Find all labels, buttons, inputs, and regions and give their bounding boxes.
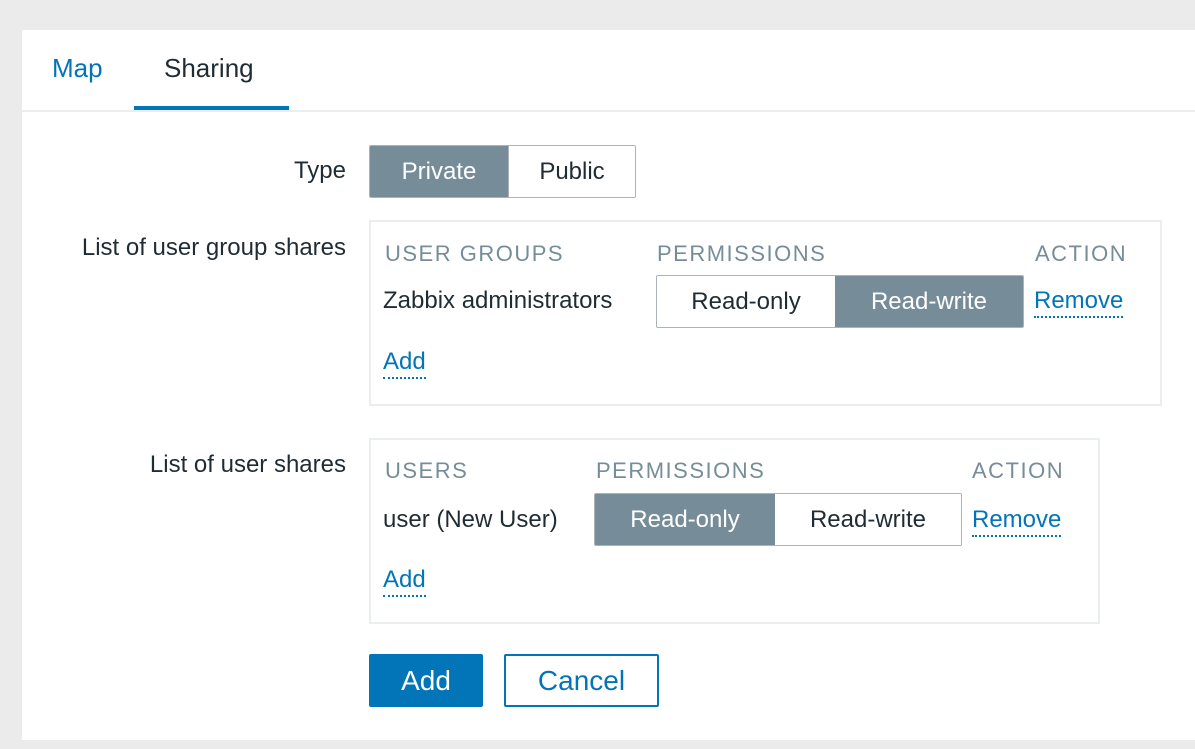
user-shares-label: List of user shares — [149, 451, 346, 478]
user-name: user (New User) — [383, 506, 558, 533]
user-remove-link[interactable]: Remove — [972, 505, 1062, 537]
user-group-remove-link[interactable]: Remove — [1034, 286, 1124, 318]
user-groups-column-header: USER GROUPS — [385, 241, 565, 266]
form-panel: Map Sharing Type Private Public List of … — [22, 30, 1195, 740]
user-group-read-write-option[interactable]: Read-write — [835, 276, 1023, 327]
users-column-header: USERS — [385, 458, 469, 483]
user-group-permission-control: Read-only Read-write — [656, 275, 1024, 328]
tab-sharing[interactable]: Sharing — [164, 52, 254, 84]
user-group-shares-box: USER GROUPS PERMISSIONS ACTION Zabbix ad… — [369, 220, 1162, 406]
user-read-write-option[interactable]: Read-write — [775, 494, 961, 545]
active-tab-indicator — [134, 106, 289, 110]
tab-bar: Map Sharing — [22, 30, 1195, 112]
user-group-read-only-option[interactable]: Read-only — [657, 276, 835, 327]
user-group-shares-label: List of user group shares — [81, 234, 346, 261]
type-label: Type — [293, 157, 346, 184]
permissions-column-header: PERMISSIONS — [596, 458, 766, 483]
user-group-add-link[interactable]: Add — [383, 347, 426, 379]
add-button[interactable]: Add — [369, 654, 483, 707]
type-public-option[interactable]: Public — [508, 146, 635, 197]
cancel-button[interactable]: Cancel — [504, 654, 659, 707]
user-group-name: Zabbix administrators — [383, 287, 613, 314]
tab-map[interactable]: Map — [52, 52, 103, 84]
user-shares-box: USERS PERMISSIONS ACTION user (New User)… — [369, 438, 1100, 624]
type-private-option[interactable]: Private — [370, 146, 508, 197]
action-column-header: ACTION — [972, 458, 1065, 483]
user-read-only-option[interactable]: Read-only — [595, 494, 775, 545]
user-permission-control: Read-only Read-write — [594, 493, 962, 546]
action-column-header: ACTION — [1035, 241, 1128, 266]
permissions-column-header: PERMISSIONS — [657, 241, 827, 266]
user-add-link[interactable]: Add — [383, 565, 426, 597]
type-segmented-control: Private Public — [369, 145, 636, 198]
